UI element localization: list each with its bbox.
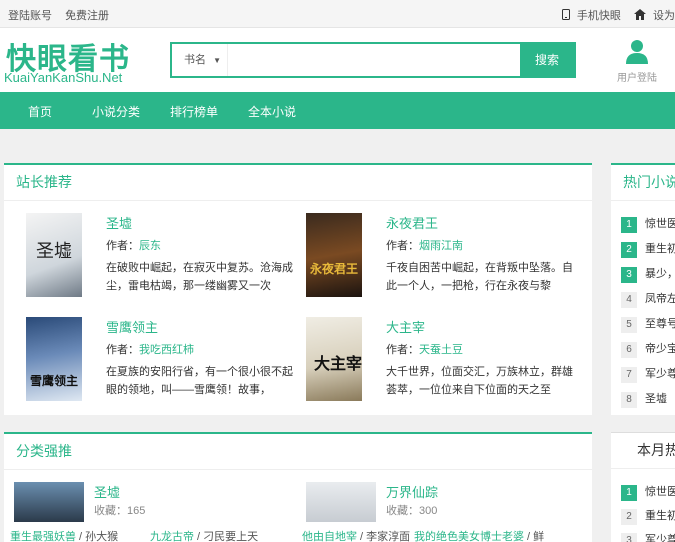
rank-badge: 8 xyxy=(621,392,637,408)
book-cover[interactable]: 永夜君王 xyxy=(306,213,362,297)
book-desc: 在夏族的安阳行省，有一个很小很不起眼的领地，叫——雪鹰领！故事， xyxy=(106,366,293,396)
book-cover[interactable] xyxy=(306,482,376,522)
rank-badge: 6 xyxy=(621,342,637,358)
book-meta: 收藏：300 xyxy=(386,505,438,517)
author-link[interactable]: 天蚕土豆 xyxy=(419,344,463,356)
rank-badge: 4 xyxy=(621,292,637,308)
svg-text:圣墟: 圣墟 xyxy=(36,241,72,262)
book-item: 大主宰 大主宰 作者：天蚕土豆 大千世界，位面交汇，万族林立，群雄荟萃，一位位来… xyxy=(306,317,576,413)
book-author: 作者：烟雨江南 xyxy=(386,240,463,252)
hot-list-item[interactable]: 2 重生初 xyxy=(621,240,675,258)
monthly-list-item[interactable]: 3 军少尊 xyxy=(621,531,675,542)
nav-home[interactable]: 首页 xyxy=(28,103,52,120)
dropdown-arrow-icon: ▼ xyxy=(213,56,221,65)
user-login-label: 用户登陆 xyxy=(617,73,657,84)
book-cover[interactable]: 圣墟 xyxy=(26,213,82,297)
hot-list-item[interactable]: 5 至尊号 xyxy=(621,315,675,333)
search-button[interactable]: 搜索 xyxy=(520,44,574,76)
recommend-panel: 站长推荐 圣墟 圣墟 作者：辰东 在破败中崛起，在寂灭中复苏。沧海成尘，雷电枯竭… xyxy=(4,163,592,415)
book-author: 作者：辰东 xyxy=(106,240,161,252)
search-type-select[interactable]: 书名 ▼ xyxy=(172,44,228,76)
search-type-label: 书名 xyxy=(184,54,206,66)
book-desc: 千夜自困苦中崛起，在背叛中坠落。自此一个人，一把枪，行在永夜与黎 xyxy=(386,262,573,292)
category-title: 分类强推 xyxy=(4,434,592,470)
book-meta: 收藏：165 xyxy=(94,505,146,517)
rank-badge: 1 xyxy=(621,217,637,233)
mobile-link[interactable]: 手机快眼 xyxy=(577,10,621,22)
rank-badge: 7 xyxy=(621,367,637,383)
book-title[interactable]: 圣墟 xyxy=(106,213,132,232)
login-link[interactable]: 登陆账号 xyxy=(8,10,52,22)
book-title[interactable]: 永夜君王 xyxy=(386,213,438,232)
category-book: 万界仙踪 收藏：300 xyxy=(306,482,576,522)
rank-badge: 1 xyxy=(621,485,637,501)
monthly-list-item[interactable]: 2 重生初 xyxy=(621,507,675,525)
rank-badge: 5 xyxy=(621,317,637,333)
svg-text:永夜君王: 永夜君王 xyxy=(309,261,358,276)
user-icon xyxy=(626,40,648,64)
rank-badge: 3 xyxy=(621,267,637,283)
category-link[interactable]: 重生最强妖兽 / 孙大猴 xyxy=(10,528,118,542)
hot-list-item[interactable]: 6 帝少宝 xyxy=(621,340,675,358)
book-title[interactable]: 大主宰 xyxy=(386,317,425,336)
book-item: 永夜君王 永夜君王 作者：烟雨江南 千夜自困苦中崛起，在背叛中坠落。自此一个人，… xyxy=(306,213,576,309)
category-link[interactable]: 他由自地宰 / 李家淳面 xyxy=(302,528,410,542)
hot-title: 热门小说 xyxy=(611,165,675,201)
monthly-title: 本月热 xyxy=(611,433,675,469)
search-bar: 书名 ▼ 搜索 xyxy=(170,42,576,78)
hot-list-item[interactable]: 3 暴少， xyxy=(621,265,675,283)
home-icon xyxy=(633,9,646,23)
nav-rankings[interactable]: 排行榜单 xyxy=(170,103,218,120)
recommend-title: 站长推荐 xyxy=(4,165,592,201)
search-input[interactable] xyxy=(229,46,519,74)
book-desc: 大千世界，位面交汇，万族林立，群雄荟萃，一位位来自下位面的天之至 xyxy=(386,366,573,396)
book-cover[interactable]: 大主宰 xyxy=(306,317,362,401)
category-panel: 分类强推 圣墟 收藏：165 万界仙踪 收藏：300 重生最强妖兽 / 孙大猴 … xyxy=(4,432,592,542)
header: 快眼看书 KuaiYanKanShu.Net 书名 ▼ 搜索 用户登陆 xyxy=(0,28,675,92)
phone-icon xyxy=(561,9,570,23)
hot-list-item[interactable]: 4 凤帝左 xyxy=(621,290,675,308)
author-link[interactable]: 烟雨江南 xyxy=(419,240,463,252)
book-desc: 在破败中崛起，在寂灭中复苏。沧海成尘，雷电枯竭，那一缕幽雾又一次 xyxy=(106,262,293,292)
svg-text:大主宰: 大主宰 xyxy=(314,354,362,373)
site-domain: KuaiYanKanShu.Net xyxy=(4,70,123,85)
nav-categories[interactable]: 小说分类 xyxy=(92,103,140,120)
nav-completed[interactable]: 全本小说 xyxy=(248,103,296,120)
hot-list-item[interactable]: 8 圣墟 xyxy=(621,390,667,408)
monthly-panel: 本月热 1 惊世医 2 重生初 3 军少尊 xyxy=(611,432,675,542)
top-bar: 登陆账号 免费注册 手机快眼 设为 xyxy=(0,0,675,28)
rank-badge: 2 xyxy=(621,509,637,525)
hot-panel: 热门小说 1 惊世医 2 重生初 3 暴少， 4 凤帝左 5 至尊号 6 帝少宝 7 军少尊 … xyxy=(611,163,675,415)
book-item: 圣墟 圣墟 作者：辰东 在破败中崛起，在寂灭中复苏。沧海成尘，雷电枯竭，那一缕幽… xyxy=(26,213,296,309)
set-homepage-link[interactable]: 设为 xyxy=(653,10,675,22)
book-cover[interactable] xyxy=(14,482,84,522)
book-author: 作者：我吃西红柿 xyxy=(106,344,194,356)
hot-list-item[interactable]: 7 军少尊 xyxy=(621,365,675,383)
top-bar-left: 登陆账号 免费注册 xyxy=(8,7,119,23)
book-title[interactable]: 万界仙踪 xyxy=(386,482,438,501)
book-item: 雪鹰领主 雪鹰领主 作者：我吃西红柿 在夏族的安阳行省，有一个很小很不起眼的领地… xyxy=(26,317,296,413)
top-bar-right: 手机快眼 设为 xyxy=(558,7,675,23)
category-link[interactable]: 九龙古帝 / 刁民要上天 xyxy=(150,528,258,542)
svg-text:雪鹰领主: 雪鹰领主 xyxy=(30,373,78,388)
main-nav: 首页 小说分类 排行榜单 全本小说 xyxy=(0,92,675,129)
category-link[interactable]: 我的绝色美女博士老婆 / 鲜 xyxy=(414,528,544,542)
book-title[interactable]: 雪鹰领主 xyxy=(106,317,158,336)
book-title[interactable]: 圣墟 xyxy=(94,482,120,501)
author-link[interactable]: 我吃西红柿 xyxy=(139,344,194,356)
book-author: 作者：天蚕土豆 xyxy=(386,344,463,356)
book-cover[interactable]: 雪鹰领主 xyxy=(26,317,82,401)
rank-badge: 2 xyxy=(621,242,637,258)
register-link[interactable]: 免费注册 xyxy=(65,10,109,22)
user-login[interactable]: 用户登陆 xyxy=(612,38,662,84)
rank-badge: 3 xyxy=(621,533,637,542)
monthly-list-item[interactable]: 1 惊世医 xyxy=(621,483,675,501)
hot-list-item[interactable]: 1 惊世医 xyxy=(621,215,675,233)
author-link[interactable]: 辰东 xyxy=(139,240,161,252)
category-book: 圣墟 收藏：165 xyxy=(14,482,284,522)
